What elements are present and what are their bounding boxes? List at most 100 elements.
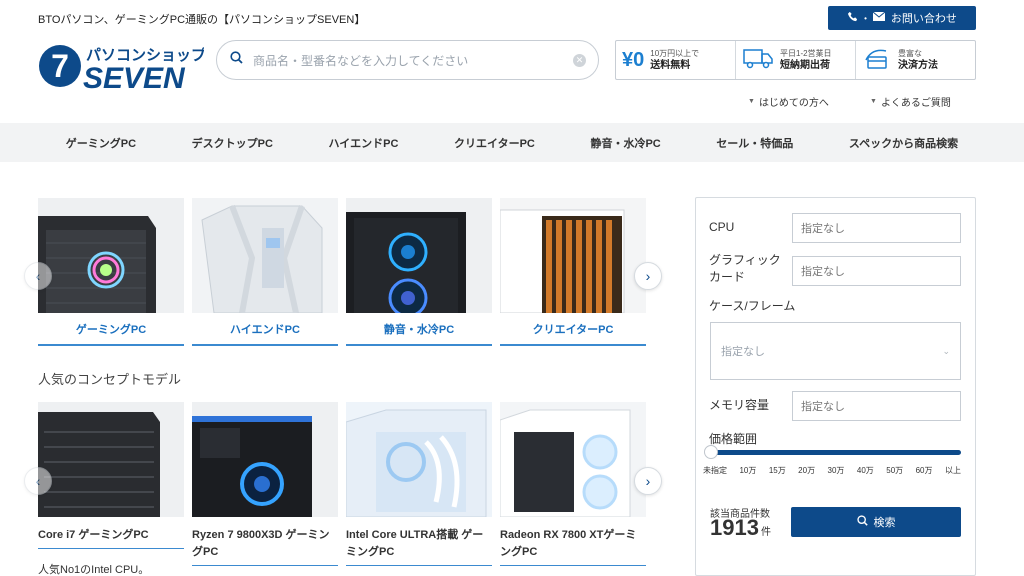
search-icon xyxy=(230,51,243,69)
category-card-highend[interactable]: ハイエンドPC xyxy=(192,198,338,346)
tick-label: 10万 xyxy=(739,466,757,475)
model-name: Core i7 ゲーミングPC xyxy=(38,529,149,541)
benefit-sub: 豊富な xyxy=(898,49,922,58)
search-bar[interactable]: 商品名・型番名などを入力してください ✕ xyxy=(216,40,599,80)
models-next-button[interactable]: › xyxy=(634,467,662,495)
count-value: 1913 xyxy=(710,515,759,540)
main-nav: ゲーミングPC デスクトップPC ハイエンドPC クリエイターPC 静音・水冷P… xyxy=(0,123,1024,162)
section-title: 人気のコンセプトモデル xyxy=(38,372,182,387)
cpu-select[interactable]: 指定なし xyxy=(792,213,961,243)
memory-label: メモリ容量 xyxy=(709,398,770,412)
search-button-label: 検索 xyxy=(873,517,896,529)
gpu-select[interactable]: 指定なし xyxy=(792,256,961,286)
category-label: ハイエンドPC xyxy=(192,313,338,346)
link-faq[interactable]: ▼ よくあるご質問 xyxy=(870,94,951,109)
pc-case-image xyxy=(346,402,492,517)
link-label: よくあるご質問 xyxy=(880,98,951,109)
tick-label: 50万 xyxy=(886,466,904,475)
pc-case-image xyxy=(38,198,184,313)
svg-text:SEVEN: SEVEN xyxy=(83,62,186,90)
nav-creator[interactable]: クリエイターPC xyxy=(444,135,545,151)
count-unit: 件 xyxy=(760,527,771,538)
case-value: 指定なし xyxy=(721,346,765,358)
tick-label: 未指定 xyxy=(703,466,727,475)
category-label: ゲーミングPC xyxy=(38,313,184,346)
clear-icon[interactable]: ✕ xyxy=(573,53,586,67)
model-card-radeon[interactable]: Radeon RX 7800 XTゲーミングPC xyxy=(500,402,646,566)
divider xyxy=(500,565,646,566)
price-ticks: 未指定 10万 15万 20万 30万 40万 50万 60万 以上 xyxy=(703,465,961,476)
tick-label: 60万 xyxy=(915,466,933,475)
spec-filter-panel: CPU 指定なし グラフィックカード 指定なし ケース/フレーム 指定なし ⌄ … xyxy=(695,197,976,576)
benefit-title: 送料無料 xyxy=(650,60,691,71)
svg-text:7: 7 xyxy=(51,48,69,84)
contact-label: お問い合わせ xyxy=(890,13,957,25)
category-card-silent[interactable]: 静音・水冷PC xyxy=(346,198,492,346)
result-count: 1913 件 xyxy=(710,515,771,541)
contact-button[interactable]: • お問い合わせ xyxy=(828,6,976,30)
gpu-label: グラフィックカード xyxy=(709,253,781,284)
cpu-label: CPU xyxy=(709,220,735,234)
model-card-core-i7[interactable]: Core i7 ゲーミングPC xyxy=(38,402,184,549)
tick-label: 30万 xyxy=(827,466,845,475)
benefit-payment[interactable]: 豊富な 決済方法 xyxy=(856,41,975,79)
truck-icon xyxy=(742,45,774,76)
nav-spec-search[interactable]: スペックから商品検索 xyxy=(839,135,968,151)
pc-case-image xyxy=(192,402,338,517)
model-card-core-ultra[interactable]: Intel Core ULTRA搭載 ゲーミングPC xyxy=(346,402,492,566)
triangle-down-icon: ▼ xyxy=(870,98,877,105)
carousel-prev-button[interactable]: ‹ xyxy=(24,262,52,290)
pc-case-image xyxy=(500,198,646,313)
link-label: はじめての方へ xyxy=(758,98,829,109)
price-slider-handle[interactable] xyxy=(704,445,718,459)
chevron-right-icon: › xyxy=(645,473,651,489)
nav-highend[interactable]: ハイエンドPC xyxy=(319,135,409,151)
category-label: クリエイターPC xyxy=(500,313,646,346)
pc-case-image xyxy=(192,198,338,313)
nav-gaming[interactable]: ゲーミングPC xyxy=(56,135,146,151)
filter-search-button[interactable]: 検索 xyxy=(791,507,961,537)
chevron-down-icon: ⌄ xyxy=(942,345,950,356)
model-name: Ryzen 7 9800X3D ゲーミングPC xyxy=(192,529,330,558)
category-card-gaming[interactable]: ゲーミングPC xyxy=(38,198,184,346)
pc-case-image xyxy=(346,198,492,313)
link-beginners[interactable]: ▼ はじめての方へ xyxy=(748,94,829,109)
site-logo[interactable]: 7 パソコンショップ SEVEN xyxy=(38,42,207,95)
benefit-title: 短納期出荷 xyxy=(780,60,830,71)
tick-label: 20万 xyxy=(798,466,816,475)
tick-label: 以上 xyxy=(944,466,961,475)
card-icon xyxy=(862,46,892,75)
case-select[interactable]: 指定なし ⌄ xyxy=(710,322,961,380)
nav-desktop[interactable]: デスクトップPC xyxy=(182,135,283,151)
nav-silent[interactable]: 静音・水冷PC xyxy=(580,135,670,151)
pc-case-image xyxy=(500,402,646,517)
memory-select[interactable]: 指定なし xyxy=(792,391,961,421)
benefit-free-shipping[interactable]: ¥0 10万円以上で 送料無料 xyxy=(616,41,736,79)
search-icon xyxy=(856,515,868,529)
category-card-creator[interactable]: クリエイターPC xyxy=(500,198,646,346)
site-tagline: BTOパソコン、ゲーミングPC通販の【パソコンショップSEVEN】 xyxy=(38,14,366,26)
nav-sale[interactable]: セール・特価品 xyxy=(706,135,803,151)
carousel-next-button[interactable]: › xyxy=(634,262,662,290)
models-prev-button[interactable]: ‹ xyxy=(24,467,52,495)
chevron-left-icon: ‹ xyxy=(35,268,41,284)
chevron-left-icon: ‹ xyxy=(35,473,41,489)
price-label: 価格範囲 xyxy=(709,432,758,446)
search-input[interactable]: 商品名・型番名などを入力してください xyxy=(253,52,573,69)
case-label: ケース/フレーム xyxy=(709,299,796,313)
price-slider-track[interactable] xyxy=(710,450,961,455)
divider xyxy=(192,565,338,566)
model-description: 人気No1のIntel CPU。 xyxy=(38,564,150,576)
divider xyxy=(38,548,184,549)
divider xyxy=(346,565,492,566)
triangle-down-icon: ▼ xyxy=(748,98,755,105)
benefit-sub: 平日1-2営業日 xyxy=(780,49,832,58)
model-card-ryzen[interactable]: Ryzen 7 9800X3D ゲーミングPC xyxy=(192,402,338,566)
separator-dot: • xyxy=(864,13,867,23)
benefit-fast-shipping[interactable]: 平日1-2営業日 短納期出荷 xyxy=(736,41,856,79)
category-label: 静音・水冷PC xyxy=(346,313,492,346)
phone-icon xyxy=(847,11,858,25)
yen-icon: ¥0 xyxy=(622,48,645,71)
model-name: Intel Core ULTRA搭載 ゲーミングPC xyxy=(346,529,484,558)
benefit-title: 決済方法 xyxy=(898,60,938,71)
